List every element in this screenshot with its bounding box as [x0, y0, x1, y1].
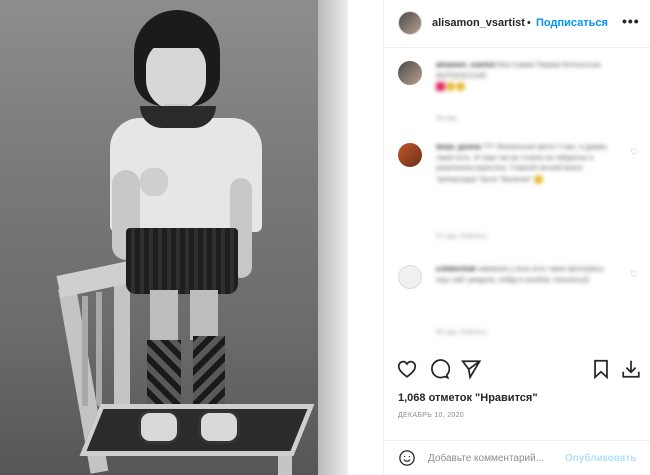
post-actions	[384, 352, 650, 386]
post-photo[interactable]	[0, 0, 383, 475]
chair-seat	[79, 404, 315, 456]
comment-like-heart-icon[interactable]: ♡	[630, 269, 640, 279]
comment-like-heart-icon[interactable]: ♡	[630, 147, 640, 157]
bookmark-icon[interactable]	[590, 358, 612, 380]
comment-author[interactable]: alisamon_vsartist	[436, 62, 495, 69]
more-options-icon[interactable]: •••	[622, 13, 640, 29]
share-icon[interactable]	[460, 358, 482, 380]
download-icon[interactable]	[620, 358, 642, 380]
child-skirt	[126, 228, 238, 294]
child-shoe-right	[198, 410, 240, 444]
smile-emoji-icon	[456, 82, 465, 91]
post-date[interactable]: ДЕКАБРЬ 10, 2020	[398, 412, 464, 419]
list-item: tanya_gusma ??? Эпохальное фото! У вас, …	[398, 143, 638, 253]
follow-button[interactable]: Подписаться	[536, 17, 608, 29]
smile-emoji-icon	[446, 82, 455, 91]
avatar[interactable]	[398, 143, 422, 167]
likes-count[interactable]: 1,068 отметок "Нравится"	[398, 392, 538, 404]
comment-composer: Опубликовать	[384, 440, 650, 475]
heart-icon[interactable]	[396, 358, 418, 380]
post-side-panel: alisamon_vsartist • Подписаться ••• alis…	[383, 0, 650, 475]
child-sock-left	[147, 340, 181, 412]
child-face	[146, 40, 206, 110]
heart-emoji-icon	[436, 82, 445, 91]
comment-meta[interactable]: 57 нед. Ответить	[436, 233, 487, 240]
default-avatar-icon[interactable]	[398, 265, 422, 289]
avatar[interactable]	[398, 61, 422, 85]
comment-author[interactable]: tanya_gusma	[436, 144, 481, 151]
avatar[interactable]	[398, 11, 422, 35]
username-link[interactable]: alisamon_vsartist	[432, 17, 525, 29]
separator-dot: •	[527, 17, 531, 29]
emoji-icon[interactable]	[398, 449, 416, 467]
smile-emoji-icon	[533, 174, 543, 184]
comment-input[interactable]	[428, 447, 563, 469]
child-collar	[140, 106, 216, 128]
list-item: a.fedorchuk наверное у всех есть такие ф…	[398, 265, 638, 345]
comment-author[interactable]: a.fedorchuk	[436, 266, 476, 273]
caption-comment: alisamon_vsartist Моя Самая Первая Фотос…	[398, 61, 638, 141]
publish-button[interactable]: Опубликовать	[565, 453, 636, 464]
child-shoe-left	[138, 410, 180, 444]
post-header: alisamon_vsartist • Подписаться •••	[384, 0, 650, 48]
comment-icon[interactable]	[428, 358, 450, 380]
comment-meta: 54 нед.	[436, 115, 458, 122]
comment-meta[interactable]: 55 нед. Ответить	[436, 329, 487, 336]
comments-list[interactable]: alisamon_vsartist Моя Самая Первая Фотос…	[384, 49, 650, 345]
child-sock-right	[193, 336, 225, 412]
